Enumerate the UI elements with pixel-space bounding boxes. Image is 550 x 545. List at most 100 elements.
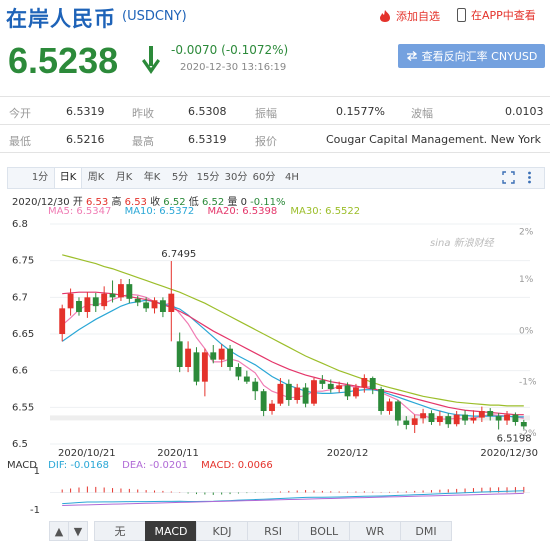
amplitude-label: 振幅 xyxy=(255,107,277,120)
price-change: -0.0070 (-0.1072%) xyxy=(171,43,289,57)
symbol-code: (USDCNY) xyxy=(122,9,187,24)
candle-body xyxy=(201,352,208,382)
pct-tick-label: 0% xyxy=(519,326,534,336)
candle-body xyxy=(260,391,267,411)
candle xyxy=(185,341,192,373)
candle-body xyxy=(344,385,351,397)
tab-60min[interactable]: 60分 xyxy=(250,168,278,188)
quote-source-label: 报价 xyxy=(255,135,277,148)
candle-body xyxy=(470,417,477,421)
low-label: 最低 xyxy=(9,135,31,148)
fullscreen-icon[interactable] xyxy=(502,171,515,184)
reverse-rate-button[interactable]: 查看反向汇率 CNYUSD xyxy=(398,44,545,68)
tab-weekly[interactable]: 周K xyxy=(82,168,110,188)
candle-body xyxy=(361,378,368,388)
candle xyxy=(159,297,166,318)
scroll-up-button[interactable]: ▲ xyxy=(49,521,69,541)
more-icon[interactable] xyxy=(523,171,536,184)
macd-dif: DIF: -0.0168 xyxy=(48,460,109,471)
tab-1min[interactable]: 1分 xyxy=(26,168,54,188)
indicator-macd[interactable]: MACD xyxy=(145,521,197,541)
add-watchlist-button[interactable]: 添加自选 xyxy=(378,8,440,24)
indicator-none[interactable]: 无 xyxy=(94,521,146,541)
indicator-kdj[interactable]: KDJ xyxy=(196,521,248,541)
open-in-app-label: 在APP中查看 xyxy=(471,9,536,22)
candle-body xyxy=(143,302,150,309)
candle xyxy=(269,400,275,415)
tab-4h[interactable]: 4H xyxy=(278,168,306,188)
indicator-tabs: ▲ ▼ 无 MACD KDJ RSI BOLL WR DMI xyxy=(49,521,452,541)
candle xyxy=(210,345,217,364)
candle-body xyxy=(243,376,250,382)
candle-body xyxy=(311,380,317,404)
open-label: 今开 xyxy=(9,107,31,120)
candle-body xyxy=(176,341,183,367)
y-tick-label: 6.65 xyxy=(12,329,34,340)
candle xyxy=(319,375,326,389)
candle-body xyxy=(227,348,233,367)
watermark-text: sina 新浪财经 xyxy=(430,237,495,249)
candle xyxy=(369,376,376,395)
x-tick-label: 2020/12 xyxy=(327,448,369,459)
candle-body xyxy=(436,416,443,422)
x-tick-label: 2020/12/30 xyxy=(480,448,538,459)
candle-body xyxy=(285,383,292,400)
candle-body xyxy=(185,348,192,367)
down-arrow-icon xyxy=(142,46,160,74)
tab-5min[interactable]: 5分 xyxy=(166,168,194,188)
scroll-down-button[interactable]: ▼ xyxy=(68,521,88,541)
fire-icon xyxy=(380,10,390,22)
candle xyxy=(176,332,183,373)
candle-body xyxy=(252,381,259,392)
amplitude-value: 0.1577% xyxy=(336,105,385,118)
pct-tick-label: 1% xyxy=(519,275,534,285)
candle-body xyxy=(487,411,494,417)
candle-body xyxy=(319,380,326,384)
quote-time: 2020-12-30 13:16:19 xyxy=(180,62,287,73)
candle xyxy=(386,398,393,415)
tab-monthly[interactable]: 月K xyxy=(110,168,138,188)
pct-tick-label: -1% xyxy=(519,378,537,388)
candle xyxy=(453,411,460,427)
period-tabs: 1分 日K 周K 月K 年K 5分 15分 30分 60分 4H xyxy=(7,167,545,189)
tab-30min[interactable]: 30分 xyxy=(222,168,250,188)
candle-body xyxy=(84,297,91,312)
quote-source-value: Cougar Capital Management. New York xyxy=(326,133,542,146)
ma30-line xyxy=(62,254,524,407)
macd-value: MACD: 0.0066 xyxy=(201,460,273,471)
candle-body xyxy=(151,300,158,309)
tab-daily[interactable]: 日K xyxy=(54,168,82,188)
reverse-rate-label: 查看反向汇率 CNYUSD xyxy=(421,50,538,63)
candle xyxy=(260,389,267,417)
wave-value: 0.0103 xyxy=(505,105,544,118)
candle xyxy=(76,297,82,316)
open-value: 6.5319 xyxy=(66,105,105,118)
tab-yearly[interactable]: 年K xyxy=(138,168,166,188)
candle xyxy=(504,411,510,425)
candle xyxy=(420,408,427,424)
candle xyxy=(252,378,259,400)
swap-icon xyxy=(406,51,417,61)
candle xyxy=(126,279,133,304)
candle xyxy=(302,383,309,408)
indicator-rsi[interactable]: RSI xyxy=(247,521,299,541)
stats-row: 最低 6.5216 最高 6.5319 报价 Cougar Capital Ma… xyxy=(0,125,550,153)
stats-table: 今开 6.5319 昨收 6.5308 振幅 0.1577% 波幅 0.0103… xyxy=(0,96,550,153)
x-tick-label: 2020/10/21 xyxy=(58,448,116,459)
tab-15min[interactable]: 15分 xyxy=(194,168,222,188)
indicator-wr[interactable]: WR xyxy=(349,521,401,541)
candle xyxy=(285,379,292,406)
open-in-app-button[interactable]: 在APP中查看 xyxy=(457,7,536,23)
y-tick-label: 6.8 xyxy=(12,219,28,230)
candle-body xyxy=(101,293,108,307)
candle xyxy=(101,286,108,310)
candle xyxy=(151,297,158,314)
candle-body xyxy=(394,401,401,421)
x-tick-label: 2020/11 xyxy=(157,448,199,459)
candle-body xyxy=(386,401,393,411)
y-tick-label: 6.7 xyxy=(12,292,28,303)
candle-body xyxy=(445,416,452,425)
indicator-dmi[interactable]: DMI xyxy=(400,521,452,541)
indicator-boll[interactable]: BOLL xyxy=(298,521,350,541)
candle xyxy=(218,344,225,367)
